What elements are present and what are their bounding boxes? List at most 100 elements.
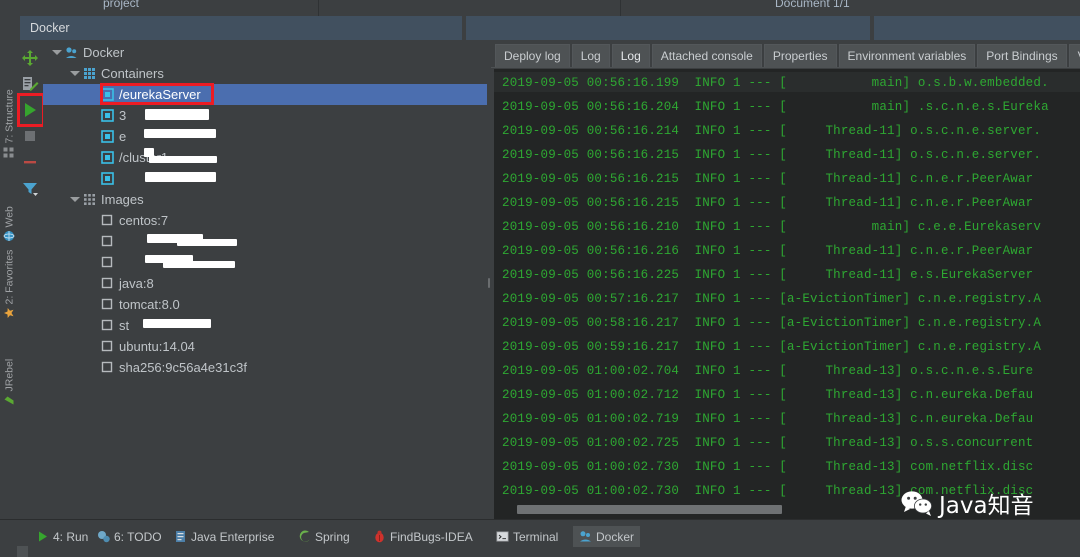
console-line: 2019-09-05 00:56:16.210 INFO 1 --- [ mai… [502, 220, 1042, 234]
statusbar-item-findbugs[interactable]: FindBugs-IDEA [367, 526, 479, 547]
image-icon [101, 319, 114, 332]
chevron-down-icon[interactable] [69, 68, 80, 79]
log-console[interactable]: 2019-09-05 00:56:16.199 INFO 1 --- [ mai… [494, 69, 1080, 520]
tree-node-label: tomcat:8.0 [119, 297, 180, 312]
statusbar-item-label: 4: Run [53, 529, 89, 544]
tree-node-container-redacted-1[interactable]: 3 [43, 105, 487, 126]
statusbar-item-run[interactable]: 4: Run [30, 526, 94, 547]
image-icon [101, 235, 114, 248]
console-line: 2019-09-05 01:00:02.712 INFO 1 --- [ Thr… [502, 388, 1034, 402]
connect-icon[interactable] [20, 48, 40, 68]
container-icon [101, 109, 114, 122]
statusbar-item-label: Java Enterprise [191, 529, 275, 544]
tree-node-container-redacted-2[interactable]: e [43, 126, 487, 147]
console-line: 2019-09-05 00:56:16.215 INFO 1 --- [ Thr… [502, 172, 1034, 186]
delete-icon[interactable] [20, 152, 40, 172]
images-icon [83, 193, 96, 206]
console-hscrollbar-thumb[interactable] [517, 505, 782, 514]
tree-node-images[interactable]: Images [43, 189, 487, 210]
tree-node-label: centos:7 [119, 213, 169, 228]
tree-node-containers[interactable]: Containers [43, 63, 487, 84]
project-tab-cut-label: project [103, 0, 140, 10]
statusbar-item-label: Terminal [513, 529, 559, 544]
rail-tab-jrebel[interactable]: JRebel [1, 352, 18, 406]
statusbar-item-java-enterprise[interactable]: Java Enterprise [168, 526, 280, 547]
edit-configuration-icon[interactable] [20, 74, 40, 94]
console-line: 2019-09-05 00:57:16.217 INFO 1 --- [a-Ev… [502, 292, 1042, 306]
console-line: 2019-09-05 00:56:16.214 INFO 1 --- [ Thr… [502, 124, 1042, 138]
tree-node-image-centos[interactable]: centos:7 [43, 210, 487, 231]
stop-icon[interactable] [20, 126, 40, 146]
tree-node-label: ubuntu:14.04 [119, 339, 195, 354]
tab-label: Properties [772, 49, 828, 63]
docker-tree[interactable]: Docker Containers /eurekaServer 3 e /clu… [43, 40, 487, 520]
console-line: 2019-09-05 00:56:16.199 INFO 1 --- [ mai… [502, 76, 1049, 90]
splitter-grip[interactable] [488, 278, 490, 288]
tree-node-image-tomcat[interactable]: tomcat:8.0 [43, 294, 487, 315]
tree-node-cluster1[interactable]: /cluster1 [43, 147, 487, 168]
tab-label: Deploy log [504, 49, 561, 63]
wechat-icon [900, 490, 934, 516]
console-line: 2019-09-05 01:00:02.725 INFO 1 --- [ Thr… [502, 436, 1034, 450]
image-icon [101, 277, 114, 290]
filter-icon[interactable] [20, 179, 40, 199]
statusbar-item-terminal[interactable]: Terminal [490, 526, 564, 547]
rail-tab-favorites[interactable]: 2: Favorites [1, 250, 18, 319]
java-enterprise-icon [174, 530, 187, 543]
redaction-mark [144, 129, 216, 138]
redaction-mark [145, 172, 216, 182]
tab-label: Port Bindings [986, 49, 1058, 63]
web-icon [3, 231, 15, 242]
tab-label: Log [620, 49, 641, 63]
container-detail-panel: Deploy log Log Log Attached console Prop… [491, 40, 1080, 520]
tab-deploy-log[interactable]: Deploy log [495, 44, 570, 67]
redaction-mark [177, 239, 237, 246]
statusbar-item-spring[interactable]: Spring [292, 526, 356, 547]
watermark: Java知音 [900, 486, 1034, 520]
tree-node-image-ubuntu[interactable]: ubuntu:14.04 [43, 336, 487, 357]
statusbar-item-docker[interactable]: Docker [573, 526, 641, 547]
redaction-mark [149, 156, 217, 163]
tool-window-header: Docker [0, 16, 1080, 41]
image-icon [101, 298, 114, 311]
image-icon [101, 361, 114, 374]
tab-log-1[interactable]: Log [571, 44, 610, 67]
tab-environment-variables[interactable]: Environment variables [838, 44, 976, 67]
tree-node-label: java:8 [119, 276, 154, 291]
tab-log-2[interactable]: Log [611, 44, 650, 67]
tab-label: Attached console [660, 49, 753, 63]
rail-tab-web[interactable]: Web [1, 188, 18, 242]
divider [620, 0, 621, 16]
tab-attached-console[interactable]: Attached console [651, 44, 762, 67]
chevron-down-icon[interactable] [51, 47, 62, 58]
tree-node-container-redacted-3[interactable] [43, 168, 487, 189]
tree-node-image-redacted-2[interactable] [43, 252, 487, 273]
tree-node-docker[interactable]: Docker [43, 42, 487, 63]
structure-icon [3, 147, 15, 158]
tree-node-image-redacted-1[interactable] [43, 231, 487, 252]
console-line: 2019-09-05 00:56:16.215 INFO 1 --- [ Thr… [502, 148, 1042, 162]
tab-port-bindings[interactable]: Port Bindings [977, 44, 1067, 67]
statusbar-item-label: FindBugs-IDEA [390, 529, 473, 544]
annotation-box-run-button [17, 93, 45, 127]
divider [318, 0, 319, 16]
document-count-cut-label: Document 1/1 [775, 0, 850, 10]
tab-volume-bindings[interactable]: V [1068, 44, 1080, 67]
tree-node-image-redacted-3[interactable]: st [43, 315, 487, 336]
rail-tab-label: 2: Favorites [3, 249, 15, 305]
statusbar-item-todo[interactable]: 6: TODO [91, 526, 168, 547]
chevron-down-icon[interactable] [69, 194, 80, 205]
container-icon [101, 151, 114, 164]
tool-window-tab-docker[interactable]: Docker [20, 16, 320, 40]
header-filler [320, 16, 462, 40]
tab-properties[interactable]: Properties [763, 44, 837, 67]
rail-tab-structure[interactable]: 7: Structure [1, 89, 18, 158]
tree-node-label: Containers [101, 66, 164, 81]
docker-icon [65, 46, 78, 59]
container-icon [101, 172, 114, 185]
editor-top-strip: project Document 1/1 [0, 0, 1080, 16]
tree-node-image-java[interactable]: java:8 [43, 273, 487, 294]
console-line: 2019-09-05 00:56:16.216 INFO 1 --- [ Thr… [502, 244, 1034, 258]
tree-node-image-sha256[interactable]: sha256:9c56a4e31c3f [43, 357, 487, 378]
console-line: 2019-09-05 00:56:16.215 INFO 1 --- [ Thr… [502, 196, 1034, 210]
